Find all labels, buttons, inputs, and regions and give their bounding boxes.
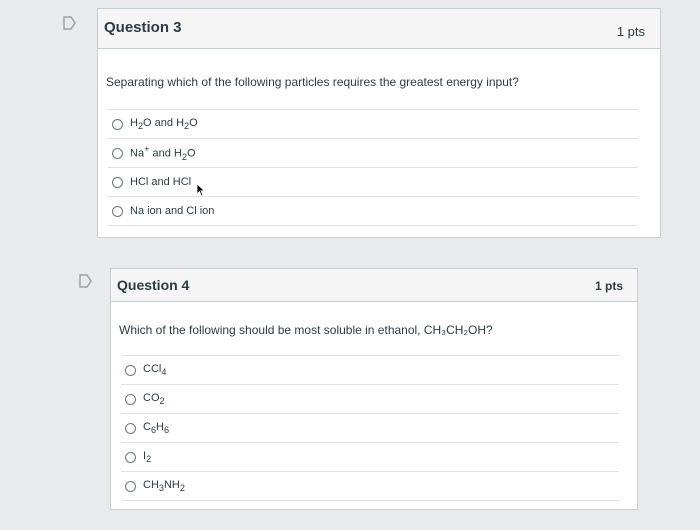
answer-option[interactable]: CH3NH2	[121, 471, 619, 501]
question-points: 1 pts	[616, 24, 645, 39]
question-text: Separating which of the following partic…	[106, 75, 519, 89]
answer-radio-button[interactable]	[125, 364, 136, 376]
question-3-card: Question 3 1 pts Separating which of the…	[97, 8, 661, 238]
answer-option[interactable]: CCl4	[121, 355, 619, 384]
answer-label: CCl4	[143, 362, 167, 378]
answer-label: CO2	[143, 391, 165, 407]
answer-label: HCl and HCl	[130, 176, 192, 188]
question-title: Question 4	[117, 277, 190, 293]
mouse-cursor-icon	[196, 183, 206, 197]
answer-label: CH3NH2	[143, 478, 185, 494]
answer-option[interactable]: I2	[121, 442, 619, 471]
answer-label: H2O and H2O	[130, 116, 198, 132]
question-points: 1 pts	[594, 279, 623, 293]
question-text: Which of the following should be most so…	[119, 323, 493, 337]
answer-radio-button[interactable]	[125, 422, 136, 434]
answer-label: Na+ and H2O	[130, 144, 196, 162]
answer-list: CCl4 CO2 C6H6 I2 CH3NH2	[121, 355, 619, 501]
flag-question-icon[interactable]	[62, 16, 76, 30]
flag-question-icon[interactable]	[78, 274, 92, 288]
answer-radio-button[interactable]	[125, 451, 136, 463]
question-4-card: Question 4 1 pts Which of the following …	[110, 268, 638, 510]
answer-radio-button[interactable]	[112, 118, 123, 130]
answer-option[interactable]: CO2	[121, 384, 619, 413]
answer-option[interactable]: H2O and H2O	[108, 109, 638, 138]
answer-label: C6H6	[143, 420, 170, 436]
answer-radio-button[interactable]	[125, 393, 136, 405]
answer-list: H2O and H2O Na+ and H2O HCl and HCl Na ion …	[108, 109, 638, 226]
answer-option[interactable]: HCl and HCl	[108, 167, 638, 196]
question-title: Question 3	[104, 19, 182, 36]
answer-radio-button[interactable]	[112, 147, 123, 159]
question-4-header: Question 4 1 pts	[111, 269, 637, 302]
answer-radio-button[interactable]	[112, 176, 123, 188]
answer-radio-button[interactable]	[125, 480, 136, 492]
answer-option[interactable]: C6H6	[121, 413, 619, 442]
answer-radio-button[interactable]	[112, 205, 123, 217]
answer-label: Na ion and Cl ion	[130, 205, 215, 217]
answer-option[interactable]: Na ion and Cl ion	[108, 196, 638, 226]
answer-option[interactable]: Na+ and H2O	[108, 138, 638, 167]
answer-label: I2	[143, 449, 152, 465]
question-3-header: Question 3 1 pts	[98, 9, 660, 49]
